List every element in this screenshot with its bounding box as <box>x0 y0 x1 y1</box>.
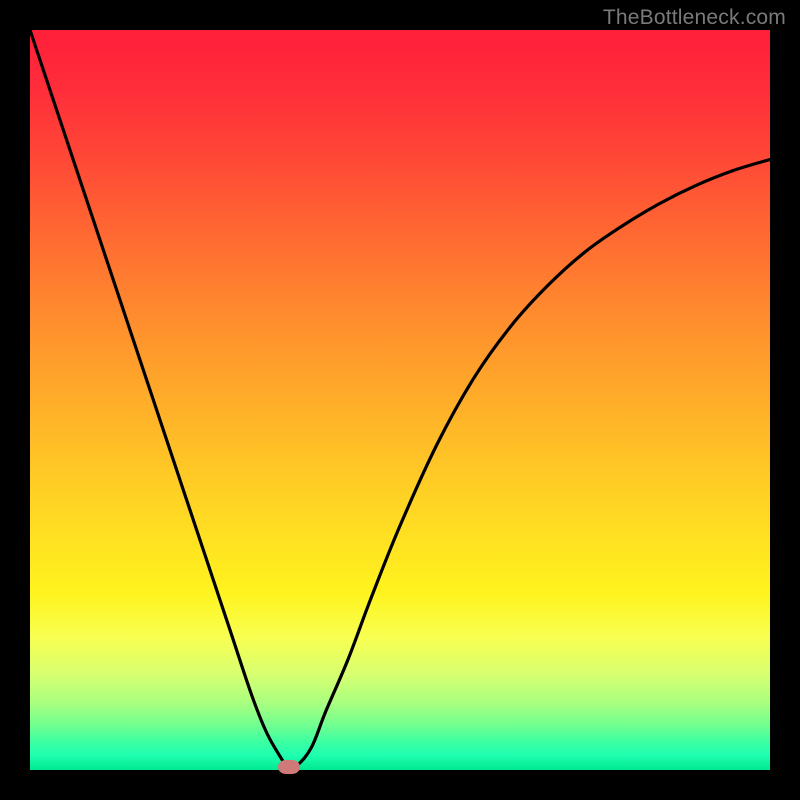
bottleneck-curve <box>30 30 770 770</box>
plot-area <box>30 30 770 770</box>
watermark-text: TheBottleneck.com <box>603 6 786 30</box>
chart-frame: TheBottleneck.com <box>0 0 800 800</box>
curve-svg <box>30 30 770 770</box>
optimum-marker <box>278 760 300 774</box>
